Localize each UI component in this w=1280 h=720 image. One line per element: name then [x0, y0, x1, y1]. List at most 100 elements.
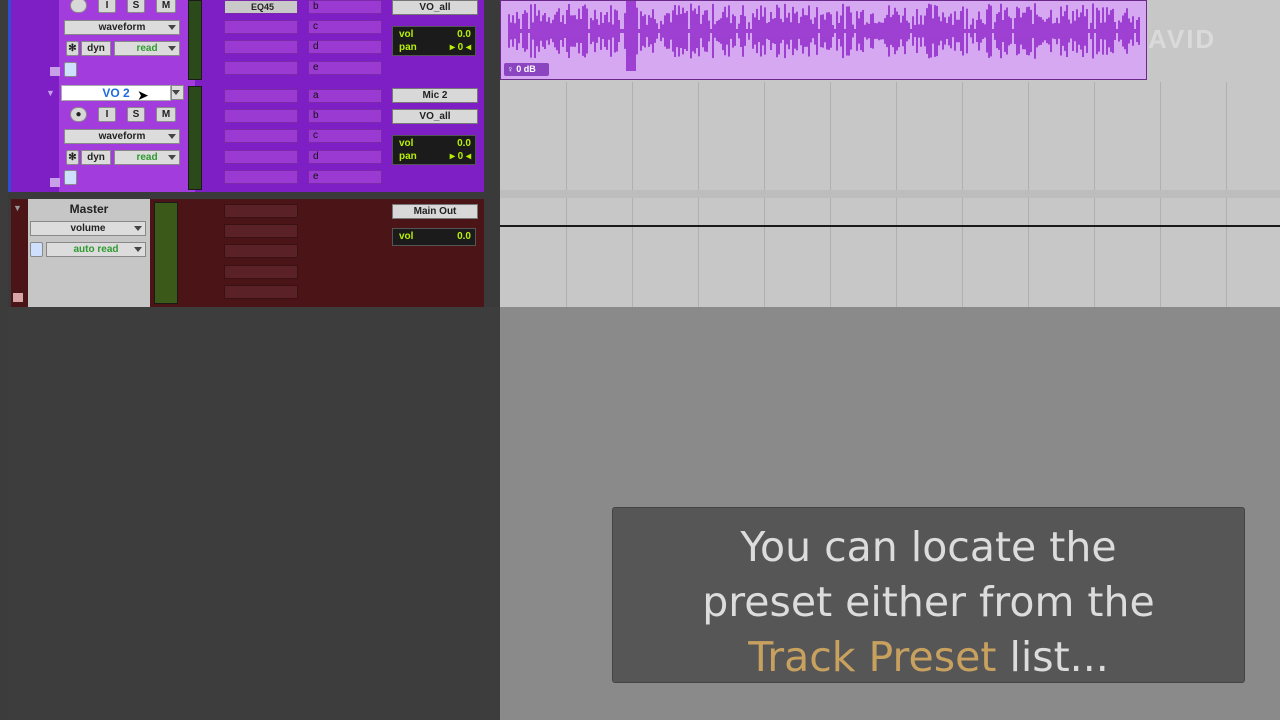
- insert-slot-c[interactable]: [224, 244, 298, 258]
- send-slot-e[interactable]: e: [308, 170, 382, 184]
- vol-pan-display[interactable]: vol 0.0 pan ▸ 0 ◂: [392, 135, 476, 165]
- insert-slot-e[interactable]: [224, 285, 298, 299]
- mute-button[interactable]: M: [156, 0, 176, 13]
- cursor-arrow-icon: ➤: [137, 87, 149, 103]
- vol-value: 0.0: [457, 29, 471, 40]
- chevron-down-icon: [168, 134, 176, 139]
- input-selector[interactable]: Mic 2: [392, 88, 478, 103]
- send-slot-b[interactable]: b: [308, 109, 382, 123]
- vol-label: vol: [399, 29, 414, 40]
- audio-clip[interactable]: [500, 0, 1147, 80]
- send-slot-d[interactable]: d: [308, 40, 382, 54]
- empty-header-area: [8, 307, 500, 720]
- chevron-down-icon: [134, 226, 142, 231]
- view-label: volume: [70, 223, 106, 234]
- insert-slot-a[interactable]: [224, 89, 298, 103]
- insert-slot-b[interactable]: [224, 224, 298, 238]
- caption-tail: list...: [996, 633, 1109, 681]
- mute-button[interactable]: M: [156, 107, 176, 122]
- send-slot-c[interactable]: c: [308, 20, 382, 34]
- track-expand-icon[interactable]: ▼: [13, 203, 22, 213]
- input-label: Mic 2: [422, 90, 448, 101]
- pan-number: 0: [457, 42, 464, 53]
- vol-label: vol: [399, 231, 414, 242]
- insert-slot-e[interactable]: [224, 170, 298, 184]
- insert-slot-b[interactable]: [224, 109, 298, 123]
- waveform: [508, 1, 1140, 71]
- playlist-icon[interactable]: [64, 62, 77, 77]
- vol-pan-display[interactable]: vol 0.0 pan ▸ 0 ◂: [392, 26, 476, 56]
- playlist-icon[interactable]: [30, 242, 43, 257]
- pan-number: 0: [457, 151, 464, 162]
- chevron-down-icon: [134, 247, 142, 252]
- track-1: I S M waveform ✻ dyn read EQ45 b c d e V…: [11, 0, 484, 84]
- level-meter: [188, 86, 202, 190]
- track-name-field[interactable]: VO 2: [61, 85, 171, 101]
- clip-gain-icon: ♀: [507, 64, 514, 74]
- track-vo2: ▼ VO 2 ➤ ● I S M waveform ✻ dyn read a b…: [11, 84, 484, 192]
- track-separator: [500, 190, 1280, 198]
- caption-line-2: preset either from the: [702, 578, 1155, 626]
- master-meter: [154, 202, 178, 304]
- automation-mode-selector[interactable]: read: [114, 41, 180, 56]
- playlist-icon[interactable]: [64, 170, 77, 185]
- pan-value: ▸ 0 ◂: [449, 42, 471, 53]
- freeze-icon[interactable]: ✻: [66, 150, 79, 165]
- view-label: waveform: [98, 22, 146, 33]
- output-selector[interactable]: VO_all: [392, 109, 478, 124]
- chevron-down-icon: [168, 155, 176, 160]
- input-monitor-button[interactable]: I: [98, 0, 116, 13]
- insert-slot-b[interactable]: [224, 20, 298, 34]
- dyn-button[interactable]: dyn: [81, 41, 111, 56]
- master-volume-line[interactable]: [500, 225, 1280, 227]
- insert-slot-d[interactable]: [224, 265, 298, 279]
- track-expand-icon[interactable]: ▼: [46, 88, 55, 98]
- insert-slot-a[interactable]: [224, 204, 298, 218]
- master-automation-selector[interactable]: auto read: [46, 242, 146, 257]
- caption-line-1: You can locate the: [740, 523, 1117, 571]
- track-color-icon: [13, 293, 23, 302]
- solo-button[interactable]: S: [127, 107, 145, 122]
- freeze-icon[interactable]: ✻: [66, 41, 79, 56]
- view-label: waveform: [98, 131, 146, 142]
- vol-value: 0.0: [457, 138, 471, 149]
- master-output-selector[interactable]: Main Out: [392, 204, 478, 219]
- insert-slot-d[interactable]: [224, 61, 298, 75]
- send-slot-c[interactable]: c: [308, 129, 382, 143]
- chevron-down-icon: [168, 46, 176, 51]
- output-selector[interactable]: VO_all: [392, 0, 478, 15]
- record-button[interactable]: ●: [70, 107, 87, 122]
- master-track-name[interactable]: Master: [28, 202, 150, 216]
- view-selector[interactable]: waveform: [64, 20, 180, 35]
- insert-slot-c[interactable]: [224, 129, 298, 143]
- track-color-icon: [50, 178, 60, 187]
- insert-slot-c[interactable]: [224, 40, 298, 54]
- insert-slot-d[interactable]: [224, 150, 298, 164]
- master-name-column: Master volume auto read: [28, 199, 150, 307]
- clip-gain-badge[interactable]: ♀ 0 dB: [504, 63, 549, 76]
- level-meter: [188, 0, 202, 80]
- dyn-button[interactable]: dyn: [81, 150, 111, 165]
- waveform-path: [508, 1, 1140, 71]
- input-monitor-button[interactable]: I: [98, 107, 116, 122]
- track-name-dropdown[interactable]: [171, 85, 184, 100]
- master-vol-display[interactable]: vol 0.0: [392, 228, 476, 246]
- send-slot-a[interactable]: a: [308, 89, 382, 103]
- chevron-down-icon: [172, 90, 180, 95]
- vol-label: vol: [399, 138, 414, 149]
- automation-label: read: [136, 152, 158, 163]
- avid-logo: AVID: [1148, 24, 1217, 54]
- automation-mode-selector[interactable]: read: [114, 150, 180, 165]
- pan-value: ▸ 0 ◂: [449, 151, 471, 162]
- pan-label: pan: [399, 151, 417, 162]
- pan-label: pan: [399, 42, 417, 53]
- send-slot-d[interactable]: d: [308, 150, 382, 164]
- master-view-selector[interactable]: volume: [30, 221, 146, 236]
- record-button[interactable]: [70, 0, 87, 13]
- send-slot-e[interactable]: e: [308, 61, 382, 75]
- insert-slot-a[interactable]: EQ45: [224, 0, 298, 14]
- automation-label: read: [136, 43, 158, 54]
- view-selector[interactable]: waveform: [64, 129, 180, 144]
- solo-button[interactable]: S: [127, 0, 145, 13]
- send-slot-b[interactable]: b: [308, 0, 382, 14]
